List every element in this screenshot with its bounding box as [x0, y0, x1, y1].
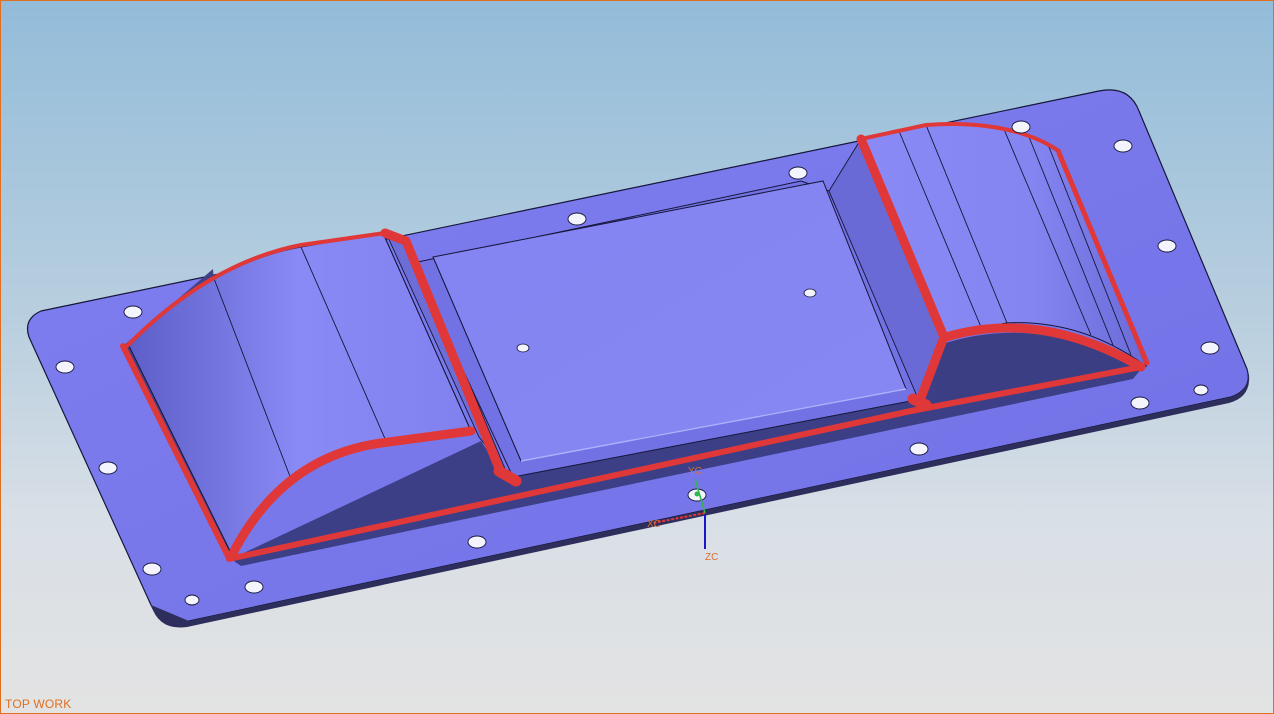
triad-y-label: YC: [688, 466, 702, 477]
triad-x-label: XC: [647, 519, 661, 530]
pad-hole: [516, 343, 530, 353]
pad-hole: [803, 288, 817, 298]
graphics-viewport[interactable]: YC XC ZC TOP WORK: [0, 0, 1274, 714]
part-model[interactable]: YC XC ZC: [1, 1, 1273, 713]
triad-z-label: ZC: [705, 552, 718, 563]
view-name-label: TOP WORK: [5, 697, 72, 711]
